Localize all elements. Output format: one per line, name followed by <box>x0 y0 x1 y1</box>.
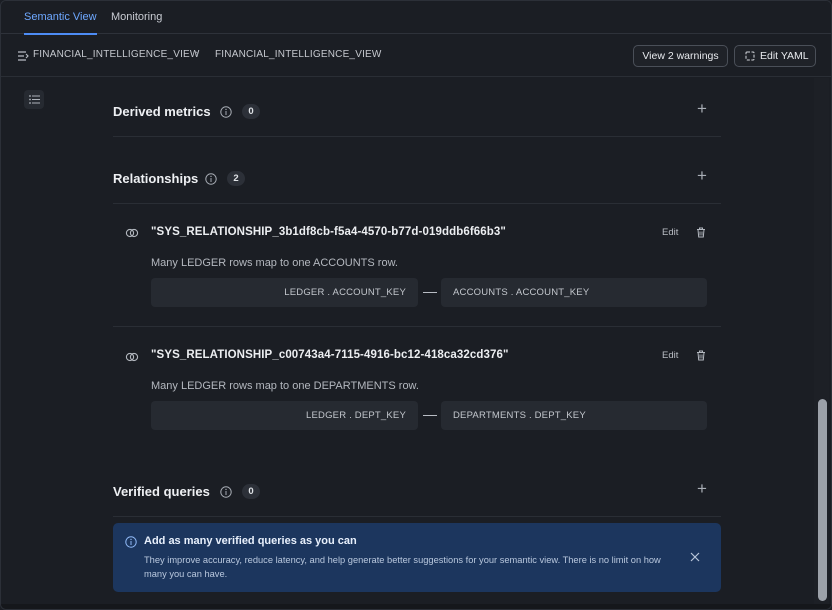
tab-monitoring[interactable]: Monitoring <box>111 1 162 34</box>
app-window: Semantic View Monitoring FINANCIAL_INTEL… <box>0 0 832 610</box>
edit-relationship-button[interactable]: Edit <box>662 227 678 238</box>
info-banner: Add as many verified queries as you can … <box>113 523 721 592</box>
link-icon <box>125 352 139 362</box>
divider <box>113 326 721 327</box>
key-connector <box>423 415 437 416</box>
breadcrumb-item-current[interactable]: FINANCIAL_INTELLIGENCE_VIEW <box>215 49 382 60</box>
relationships-header: Relationships 2 + <box>113 167 721 193</box>
edit-relationship-button[interactable]: Edit <box>662 350 678 361</box>
info-icon[interactable] <box>220 106 232 118</box>
link-icon <box>125 228 139 238</box>
trash-icon[interactable] <box>696 350 706 361</box>
relationship-description: Many LEDGER rows map to one DEPARTMENTS … <box>151 380 419 392</box>
bottom-edge <box>1 604 831 609</box>
add-derived-metric-button[interactable]: + <box>695 100 709 117</box>
outline-toggle-button[interactable] <box>24 90 44 109</box>
right-key-field: DEPARTMENTS . DEPT_KEY <box>441 401 707 430</box>
tab-bar: Semantic View Monitoring <box>1 1 831 35</box>
key-connector <box>423 292 437 293</box>
banner-body: They improve accuracy, reduce latency, a… <box>144 555 661 579</box>
scrollbar-thumb[interactable] <box>818 399 827 601</box>
divider <box>113 136 721 137</box>
edit-yaml-label: Edit YAML <box>760 50 809 62</box>
info-icon[interactable] <box>220 486 232 498</box>
left-key-field: LEDGER . ACCOUNT_KEY <box>151 278 418 307</box>
left-key-field: LEDGER . DEPT_KEY <box>151 401 418 430</box>
right-key-field: ACCOUNTS . ACCOUNT_KEY <box>441 278 707 307</box>
derived-metrics-header: Derived metrics 0 + <box>113 100 721 126</box>
view-warnings-button[interactable]: View 2 warnings <box>633 45 728 67</box>
tab-semantic-view[interactable]: Semantic View <box>24 1 97 35</box>
list-icon <box>28 95 40 104</box>
section-title: Verified queries <box>113 484 210 499</box>
count-badge: 0 <box>242 104 260 119</box>
edit-yaml-button[interactable]: Edit YAML <box>734 45 816 67</box>
section-title: Relationships <box>113 171 199 186</box>
count-badge: 2 <box>227 171 245 186</box>
relationship-name: "SYS_RELATIONSHIP_c00743a4-7115-4916-bc1… <box>151 349 509 361</box>
relationship-description: Many LEDGER rows map to one ACCOUNTS row… <box>151 257 398 269</box>
add-relationship-button[interactable]: + <box>695 167 709 184</box>
info-icon[interactable] <box>205 173 217 185</box>
close-icon[interactable] <box>690 552 700 562</box>
divider <box>113 516 721 517</box>
section-title: Derived metrics <box>113 104 211 119</box>
info-icon <box>125 536 137 548</box>
breadcrumb-item-view[interactable]: FINANCIAL_INTELLIGENCE_VIEW <box>33 49 200 60</box>
edit-document-icon <box>745 51 755 61</box>
verified-queries-header: Verified queries 0 + <box>113 480 721 506</box>
count-badge: 0 <box>242 484 260 499</box>
banner-title: Add as many verified queries as you can <box>144 535 357 547</box>
trash-icon[interactable] <box>696 227 706 238</box>
chevron-right-icon: › <box>195 48 199 60</box>
add-verified-query-button[interactable]: + <box>695 480 709 497</box>
divider <box>113 203 721 204</box>
semantic-view-icon <box>18 51 29 61</box>
relationship-name: "SYS_RELATIONSHIP_3b1df8cb-f5a4-4570-b77… <box>151 226 506 238</box>
breadcrumb-bar: FINANCIAL_INTELLIGENCE_VIEW › FINANCIAL_… <box>1 35 831 77</box>
